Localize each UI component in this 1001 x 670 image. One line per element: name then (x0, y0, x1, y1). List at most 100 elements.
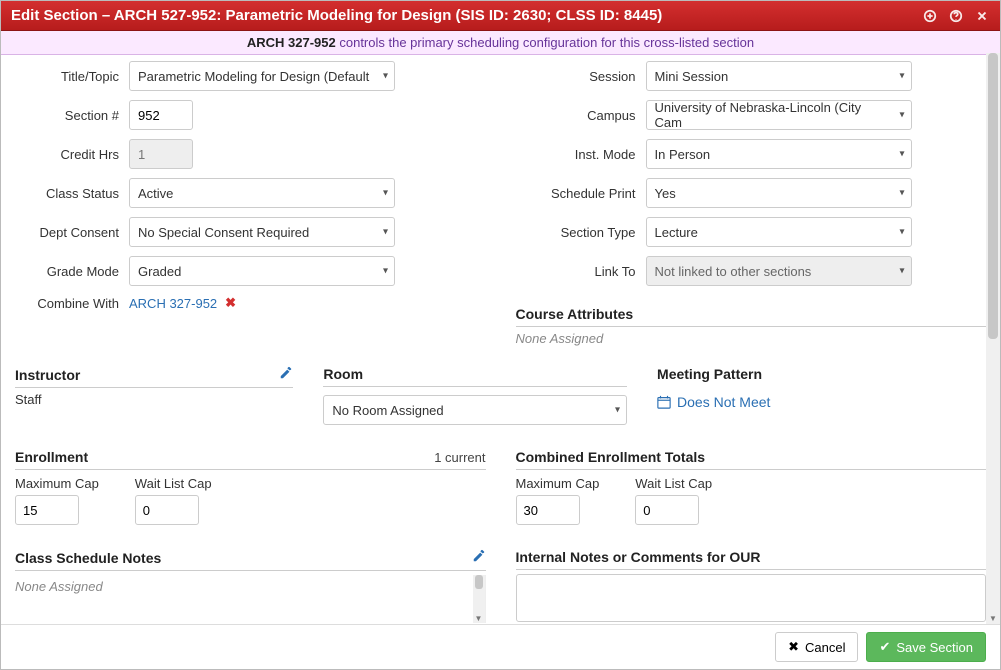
combine-with-link[interactable]: ARCH 327-952 (129, 296, 217, 311)
chevron-down-icon[interactable]: ▼ (473, 614, 485, 623)
section-enrollment-title: Enrollment (15, 449, 88, 465)
calendar-icon (657, 395, 671, 409)
label-link-to: Link To (516, 264, 636, 279)
save-section-button-label: Save Section (896, 640, 973, 655)
section-combined-totals: Combined Enrollment Totals (516, 449, 987, 470)
section-course-attributes: Course Attributes (516, 306, 987, 327)
left-column: Title/Topic Parametric Modeling for Desi… (15, 61, 486, 346)
edit-section-dialog: Edit Section – ARCH 527-952: Parametric … (0, 0, 1001, 670)
instructor-value: Staff (15, 392, 293, 407)
crosslist-notice: ARCH 327-952 controls the primary schedu… (1, 31, 1000, 55)
input-combined-wait-cap[interactable] (635, 495, 699, 525)
section-room-title: Room (323, 366, 363, 382)
section-meeting-pattern: Meeting Pattern (657, 366, 986, 386)
label-wait-cap: Wait List Cap (135, 476, 212, 491)
section-internal-notes: Internal Notes or Comments for OUR (516, 549, 987, 570)
input-section-no[interactable] (129, 100, 193, 130)
input-max-cap[interactable] (15, 495, 79, 525)
remove-combine-icon[interactable]: ✖ (225, 295, 236, 311)
select-campus[interactable]: University of Nebraska-Lincoln (City Cam (646, 100, 912, 130)
select-schedule-print[interactable]: Yes (646, 178, 912, 208)
label-combine-with: Combine With (15, 296, 119, 311)
label-session: Session (516, 69, 636, 84)
section-meeting-pattern-title: Meeting Pattern (657, 366, 762, 382)
select-class-status[interactable]: Active (129, 178, 395, 208)
select-title-topic-value: Parametric Modeling for Design (Default (138, 69, 369, 84)
section-internal-notes-title: Internal Notes or Comments for OUR (516, 549, 761, 565)
crosslist-controller: ARCH 327-952 (247, 35, 336, 50)
section-course-attributes-title: Course Attributes (516, 306, 634, 322)
section-enrollment: Enrollment 1 current (15, 449, 486, 470)
select-campus-value: University of Nebraska-Lincoln (City Cam (655, 100, 889, 130)
section-instructor-block: Instructor Staff (15, 366, 293, 425)
section-class-notes: Class Schedule Notes (15, 549, 486, 571)
select-room-value: No Room Assigned (332, 403, 443, 418)
select-section-type[interactable]: Lecture (646, 217, 912, 247)
select-session-value: Mini Session (655, 69, 729, 84)
select-link-to-value: Not linked to other sections (655, 264, 812, 279)
label-max-cap: Maximum Cap (15, 476, 99, 491)
select-class-status-value: Active (138, 186, 173, 201)
dialog-titlebar: Edit Section – ARCH 527-952: Parametric … (1, 1, 1000, 31)
save-section-button[interactable]: ✔ Save Section (866, 632, 986, 662)
check-icon: ✔ (879, 639, 890, 655)
label-grade-mode: Grade Mode (15, 264, 119, 279)
section-internal-notes-block: Internal Notes or Comments for OUR (516, 549, 987, 624)
label-campus: Campus (516, 108, 636, 123)
dialog-footer: ✖ Cancel ✔ Save Section (1, 624, 1000, 669)
section-instructor: Instructor (15, 366, 293, 388)
section-enrollment-block: Enrollment 1 current Maximum Cap Wait Li… (15, 449, 486, 525)
meeting-pattern-link[interactable]: Does Not Meet (657, 394, 770, 410)
edit-instructor-icon[interactable] (279, 366, 293, 383)
section-combined-block: Combined Enrollment Totals Maximum Cap W… (516, 449, 987, 525)
section-class-notes-title: Class Schedule Notes (15, 550, 161, 566)
dialog-title: Edit Section – ARCH 527-952: Parametric … (11, 7, 912, 24)
class-notes-scrollbar[interactable]: ▲ ▼ (473, 575, 485, 623)
select-inst-mode-value: In Person (655, 147, 711, 162)
course-attributes-value: None Assigned (516, 331, 987, 346)
label-class-status: Class Status (15, 186, 119, 201)
section-combined-totals-title: Combined Enrollment Totals (516, 449, 706, 465)
crosslist-message: controls the primary scheduling configur… (336, 35, 754, 50)
enrollment-current: 1 current (434, 450, 485, 465)
dialog-body: Title/Topic Parametric Modeling for Desi… (1, 53, 1000, 624)
label-title-topic: Title/Topic (15, 69, 119, 84)
select-session[interactable]: Mini Session (646, 61, 912, 91)
select-title-topic[interactable]: Parametric Modeling for Design (Default (129, 61, 395, 91)
scroll-down-icon[interactable]: ▼ (986, 612, 1000, 624)
label-dept-consent: Dept Consent (15, 225, 119, 240)
label-schedule-print: Schedule Print (516, 186, 636, 201)
input-combined-max-cap[interactable] (516, 495, 580, 525)
label-credit-hrs: Credit Hrs (15, 147, 119, 162)
add-icon[interactable] (922, 8, 938, 24)
help-icon[interactable] (948, 8, 964, 24)
select-link-to: Not linked to other sections (646, 256, 912, 286)
internal-notes-textarea[interactable] (516, 574, 987, 622)
select-room[interactable]: No Room Assigned (323, 395, 627, 425)
close-icon[interactable] (974, 8, 990, 24)
select-grade-mode[interactable]: Graded (129, 256, 395, 286)
input-credit-hrs (129, 139, 193, 169)
dialog-scrollbar[interactable]: ▼ (986, 53, 1000, 624)
section-room: Room (323, 366, 627, 387)
input-wait-cap[interactable] (135, 495, 199, 525)
class-notes-value: None Assigned (15, 575, 485, 598)
select-inst-mode[interactable]: In Person (646, 139, 912, 169)
select-dept-consent-value: No Special Consent Required (138, 225, 309, 240)
section-instructor-title: Instructor (15, 367, 80, 383)
label-combined-wait-cap: Wait List Cap (635, 476, 712, 491)
right-column: Session Mini Session Campus University o… (516, 61, 987, 346)
select-section-type-value: Lecture (655, 225, 698, 240)
close-icon: ✖ (788, 639, 799, 655)
section-meeting-block: Meeting Pattern Does Not Meet (657, 366, 986, 425)
meeting-pattern-value: Does Not Meet (677, 394, 770, 410)
section-class-notes-block: Class Schedule Notes None Assigned ▲ ▼ (15, 549, 486, 624)
section-room-block: Room No Room Assigned (323, 366, 627, 425)
cancel-button[interactable]: ✖ Cancel (775, 632, 858, 662)
label-section-type: Section Type (516, 225, 636, 240)
label-combined-max-cap: Maximum Cap (516, 476, 600, 491)
edit-class-notes-icon[interactable] (472, 549, 486, 566)
select-dept-consent[interactable]: No Special Consent Required (129, 217, 395, 247)
select-schedule-print-value: Yes (655, 186, 676, 201)
label-section-no: Section # (15, 108, 119, 123)
